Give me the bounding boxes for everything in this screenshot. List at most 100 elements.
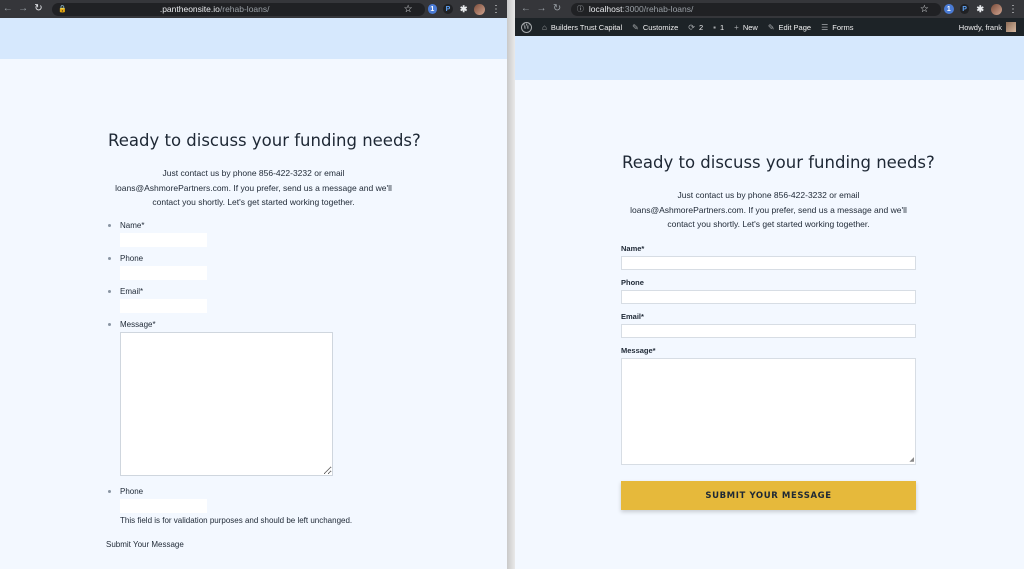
- forms-text: Forms: [832, 22, 854, 32]
- list-bullet: [108, 257, 111, 260]
- submit-button[interactable]: SUBMIT YOUR MESSAGE: [621, 481, 916, 510]
- message-field[interactable]: ◢: [621, 358, 916, 465]
- name-label-text: Name*: [120, 221, 145, 230]
- intro-line: loans@AshmorePartners.com. If you prefer…: [630, 204, 907, 215]
- brush-icon: ✎: [632, 22, 639, 32]
- forward-icon[interactable]: →: [15, 0, 30, 18]
- submit-button[interactable]: Submit Your Message: [106, 540, 184, 549]
- lock-icon[interactable]: 🔒: [58, 5, 67, 13]
- validation-note: This field is for validation purposes an…: [120, 516, 353, 525]
- url-text: .pantheonsite.io/rehab-loans/: [160, 4, 270, 14]
- name-field[interactable]: [621, 256, 916, 270]
- new-text: New: [742, 22, 758, 32]
- name-field[interactable]: [120, 233, 207, 247]
- left-browser-window: ← → ↻ 🔒 .pantheonsite.io/rehab-loans/ ☆ …: [0, 0, 507, 569]
- honeypot-field[interactable]: [120, 499, 207, 513]
- customize-link[interactable]: ✎ Customize: [632, 23, 678, 32]
- plus-icon: +: [734, 22, 739, 32]
- customize-text: Customize: [642, 22, 679, 32]
- url-host: .pantheonsite.io: [159, 4, 220, 14]
- list-bullet: [108, 323, 111, 326]
- window-divider: [507, 0, 515, 569]
- email-label-text: Email*: [120, 287, 144, 296]
- hero-banner: [515, 36, 1024, 80]
- wordpress-logo-icon[interactable]: W: [521, 21, 532, 33]
- reload-icon[interactable]: ↻: [31, 0, 46, 18]
- address-bar[interactable]: 🔒 .pantheonsite.io/rehab-loans/ ☆: [52, 2, 425, 16]
- browser-toolbar: ← → ↻ ⓘ localhost:3000/rehab-loans/ ☆ 1 …: [515, 0, 1024, 18]
- extensions-puzzle-icon[interactable]: ✱: [459, 4, 469, 14]
- intro-line: contact you shortly. Let's get started w…: [667, 219, 870, 229]
- url-path: /rehab-loans/: [219, 4, 270, 14]
- intro-line: contact you shortly. Let's get started w…: [152, 197, 355, 207]
- name-label: Name*: [621, 244, 645, 253]
- intro-line: loans@AshmorePartners.com. If you prefer…: [115, 182, 392, 193]
- comment-icon: ▪: [713, 22, 716, 32]
- menu-kebab-icon[interactable]: ⋮: [1008, 4, 1018, 15]
- back-icon[interactable]: ←: [0, 0, 15, 18]
- message-label: Message*: [621, 346, 656, 355]
- site-name-text: Builders Trust Capital: [550, 22, 623, 32]
- email-field[interactable]: [621, 324, 916, 338]
- phone-field[interactable]: [120, 266, 207, 280]
- bookmark-star-icon[interactable]: ☆: [920, 4, 929, 15]
- url-text: localhost:3000/rehab-loans/: [589, 4, 693, 14]
- password-extension-icon[interactable]: P: [959, 4, 970, 14]
- intro-text: Just contact us by phone 856-422-3232 or…: [615, 188, 922, 232]
- url-host: localhost: [588, 4, 623, 14]
- updates-link[interactable]: ⟳ 2: [688, 23, 703, 32]
- pencil-icon: ✎: [767, 22, 775, 32]
- updates-count: 2: [698, 22, 704, 32]
- forms-link[interactable]: ☰ Forms: [821, 23, 853, 32]
- email-label: Email*: [108, 287, 144, 296]
- edit-page-link[interactable]: ✎ Edit Page: [768, 23, 811, 32]
- wp-admin-bar: W ⌂ Builders Trust Capital ✎ Customize ⟳ 2 …: [515, 18, 1024, 36]
- edit-page-text: Edit Page: [778, 22, 812, 32]
- phone-field[interactable]: [621, 290, 916, 304]
- new-link[interactable]: + New: [734, 23, 758, 32]
- resize-grip-icon[interactable]: ◢: [909, 457, 914, 463]
- hero-banner: [0, 18, 507, 59]
- list-bullet: [108, 490, 111, 493]
- browser-toolbar: ← → ↻ 🔒 .pantheonsite.io/rehab-loans/ ☆ …: [0, 0, 507, 18]
- url-path: :3000/rehab-loans/: [622, 4, 694, 14]
- user-avatar[interactable]: [1006, 22, 1016, 32]
- home-icon: ⌂: [542, 22, 547, 32]
- email-field[interactable]: [120, 299, 207, 313]
- menu-kebab-icon[interactable]: ⋮: [491, 4, 501, 15]
- phone-label: Phone: [621, 278, 644, 287]
- email-label: Email*: [621, 312, 644, 321]
- forward-icon[interactable]: →: [534, 0, 550, 18]
- list-bullet: [108, 224, 111, 227]
- site-name-link[interactable]: ⌂ Builders Trust Capital: [542, 23, 622, 32]
- howdy-user-menu[interactable]: Howdy, frank: [959, 23, 1002, 32]
- name-label: Name*: [108, 221, 145, 230]
- intro-text: Just contact us by phone 856-422-3232 or…: [100, 166, 407, 210]
- right-browser-window: ← → ↻ ⓘ localhost:3000/rehab-loans/ ☆ 1 …: [515, 0, 1024, 569]
- message-label-text: Message*: [120, 320, 156, 329]
- updates-icon: ⟳: [688, 22, 695, 32]
- intro-line: Just contact us by phone 856-422-3232 or…: [677, 190, 860, 200]
- phone-label-text: Phone: [120, 254, 144, 263]
- info-icon[interactable]: ⓘ: [577, 4, 584, 14]
- message-label: Message*: [108, 320, 156, 329]
- message-field[interactable]: [120, 332, 333, 476]
- profile-avatar[interactable]: [991, 3, 1002, 15]
- honeypot-label-text: Phone: [120, 487, 144, 496]
- intro-line: Just contact us by phone 856-422-3232 or…: [162, 168, 345, 178]
- extensions-puzzle-icon[interactable]: ✱: [975, 4, 985, 14]
- comments-link[interactable]: ▪ 1: [713, 23, 724, 32]
- page-heading: Ready to discuss your funding needs?: [108, 131, 421, 150]
- extension-icon[interactable]: 1: [427, 4, 438, 14]
- address-bar[interactable]: ⓘ localhost:3000/rehab-loans/ ☆: [570, 2, 941, 16]
- profile-avatar[interactable]: [474, 3, 485, 15]
- honeypot-label: Phone: [108, 487, 144, 496]
- phone-label: Phone: [108, 254, 144, 263]
- forms-icon: ☰: [821, 22, 829, 32]
- password-extension-icon[interactable]: P: [443, 4, 453, 14]
- extension-icon[interactable]: 1: [943, 4, 954, 14]
- back-icon[interactable]: ←: [518, 0, 534, 18]
- comments-count: 1: [719, 22, 725, 32]
- bookmark-star-icon[interactable]: ☆: [404, 4, 413, 15]
- reload-icon[interactable]: ↻: [549, 0, 565, 18]
